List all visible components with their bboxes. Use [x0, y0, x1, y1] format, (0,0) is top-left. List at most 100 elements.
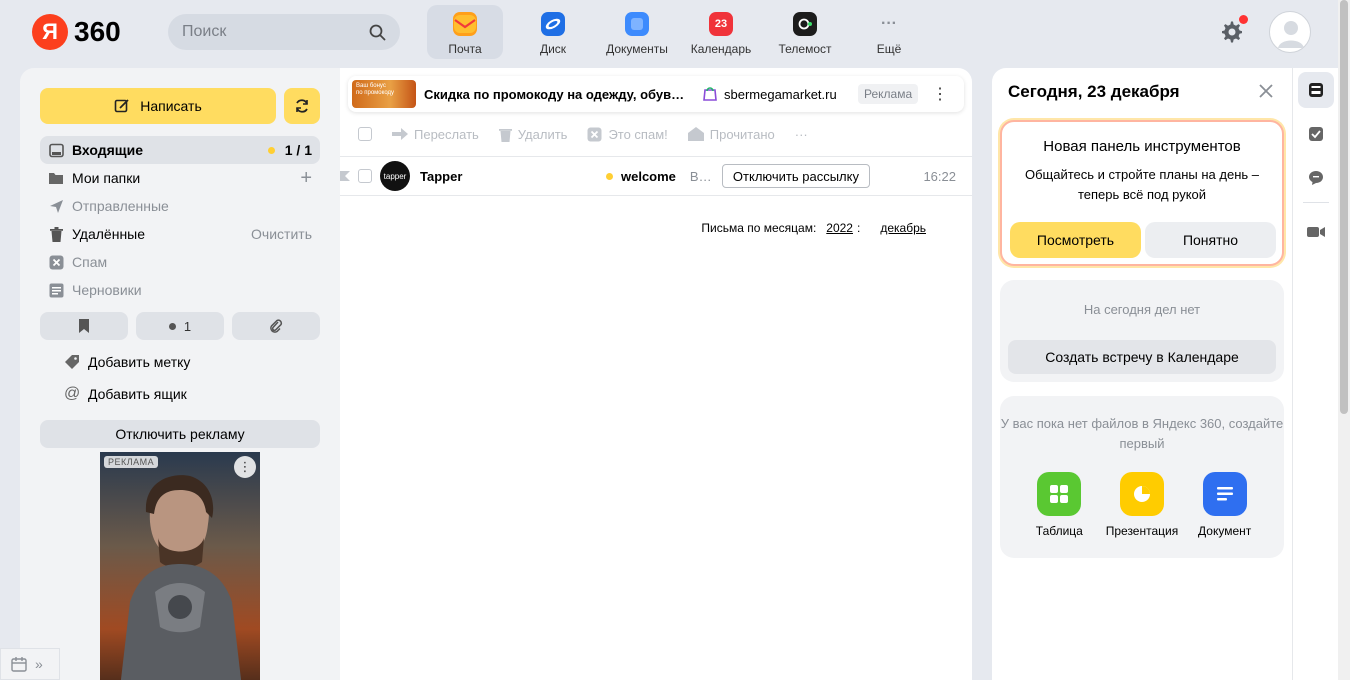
mail-list-pane: Ваш бонус по промокоду Скидка по промоко… — [340, 68, 972, 680]
rail-divider — [1303, 202, 1329, 203]
disk-service-icon — [541, 12, 565, 36]
open-envelope-icon — [687, 127, 704, 141]
filter-unread[interactable]: 1 — [136, 312, 224, 340]
logo-text: 360 — [74, 16, 121, 47]
message-flag-icon[interactable] — [340, 171, 350, 181]
services-nav: Почта Диск Документы 23 Календарь Телемо… — [427, 5, 931, 59]
row-divider — [340, 195, 972, 196]
settings-gear-icon[interactable] — [1220, 20, 1244, 44]
service-telemost[interactable]: Телемост — [763, 5, 847, 59]
folder-my-folders[interactable]: Мои папки + — [40, 164, 320, 192]
folder-label: Удалённые — [72, 226, 146, 242]
disable-ads-button[interactable]: Отключить рекламу — [40, 420, 320, 448]
unsubscribe-button[interactable]: Отключить рассылку — [721, 164, 870, 188]
calendar-card-icon — [1309, 83, 1323, 97]
create-document-button[interactable]: Документ — [1185, 472, 1265, 538]
service-label: Ещё — [876, 42, 902, 56]
month-link[interactable]: декабрь — [880, 221, 926, 235]
new-toolbar-promo: Новая панель инструментов Общайтесь и ст… — [1000, 120, 1284, 266]
folder-trash[interactable]: Удалённые Очистить — [40, 220, 320, 248]
refresh-button[interactable] — [284, 88, 320, 124]
rail-telemost-button[interactable] — [1298, 214, 1334, 250]
folder-label: Входящие — [72, 142, 143, 158]
create-presentation-button[interactable]: Презентация — [1102, 472, 1182, 538]
create-meeting-button[interactable]: Создать встречу в Календаре — [1008, 340, 1276, 374]
sidebar-ad-banner[interactable]: РЕКЛАМА ⋮ — [100, 452, 260, 680]
files-card: У вас пока нет файлов в Яндекс 360, созд… — [1000, 396, 1284, 558]
view-button[interactable]: Посмотреть — [1010, 222, 1141, 258]
add-label-link[interactable]: Добавить метку — [64, 350, 190, 374]
folder-label: Мои папки — [72, 170, 141, 186]
promo-title: Новая панель инструментов — [1043, 138, 1241, 155]
expand-chevrons-icon[interactable]: » — [35, 656, 43, 672]
inbox-icon — [48, 142, 64, 158]
shopping-bag-icon — [703, 87, 717, 101]
months-label: Письма по месяцам: — [701, 221, 817, 235]
folder-label: Черновики — [72, 282, 142, 298]
message-snippet: В… — [689, 168, 710, 184]
file-create-options: Таблица Презентация Документ — [1000, 472, 1284, 538]
year-link[interactable]: 2022 — [826, 221, 853, 235]
clear-trash-button[interactable]: Очистить — [251, 226, 312, 242]
delete-button[interactable]: Удалить — [498, 126, 568, 142]
spam-button[interactable]: Это спам! — [587, 126, 668, 142]
filter-attachments[interactable] — [232, 312, 320, 340]
quick-filters: 1 — [40, 312, 320, 340]
service-label: Почта — [448, 42, 482, 56]
search-input[interactable] — [182, 23, 362, 41]
select-all-checkbox[interactable] — [358, 127, 372, 141]
service-more[interactable]: ··· Ещё — [847, 5, 931, 59]
top-ad-bar[interactable]: Ваш бонус по промокоду Скидка по промоко… — [348, 76, 964, 112]
service-documents[interactable]: Документы — [595, 5, 679, 59]
unread-indicator[interactable] — [606, 172, 613, 180]
service-calendar[interactable]: 23 Календарь — [679, 5, 763, 59]
ad-menu-button[interactable]: ⋮ — [234, 456, 256, 478]
more-actions-button[interactable]: ··· — [795, 127, 808, 142]
todo-empty-text: На сегодня дел нет — [1083, 302, 1201, 317]
mail-row[interactable]: tapper Tapper welcome В… Отключить рассы… — [340, 157, 972, 195]
service-disk[interactable]: Диск — [511, 5, 595, 59]
delete-label: Удалить — [517, 126, 568, 142]
folder-label: Спам — [72, 254, 108, 270]
spam-label: Это спам! — [608, 126, 668, 142]
search-box[interactable] — [168, 14, 400, 50]
rail-calendar-button[interactable] — [1298, 72, 1334, 108]
create-table-button[interactable]: Таблица — [1019, 472, 1099, 538]
todo-card: На сегодня дел нет Создать встречу в Кал… — [1000, 280, 1284, 382]
notification-dot — [1239, 15, 1248, 24]
add-mailbox-link[interactable]: @ Добавить ящик — [64, 382, 187, 406]
got-it-button[interactable]: Понятно — [1145, 222, 1276, 258]
folder-inbox[interactable]: Входящие 1 / 1 — [40, 136, 320, 164]
files-empty-text: У вас пока нет файлов в Яндекс 360, созд… — [1000, 416, 1284, 451]
left-sidebar: Написать Входящие 1 / 1 Мои папки + Отпр… — [20, 68, 340, 680]
ad-bar-menu-icon[interactable]: ⋮ — [932, 84, 948, 104]
service-label: Диск — [539, 42, 567, 56]
mail-toolbar: Переслать Удалить Это спам! Прочитано ··… — [358, 124, 808, 144]
add-folder-button[interactable]: + — [300, 167, 312, 190]
folder-drafts[interactable]: Черновики — [40, 276, 320, 304]
compose-pencil-icon — [114, 99, 129, 113]
message-checkbox[interactable] — [358, 169, 372, 183]
rail-messenger-button[interactable] — [1298, 160, 1334, 196]
folder-sent[interactable]: Отправленные — [40, 192, 320, 220]
bookmark-icon — [79, 319, 89, 333]
user-avatar[interactable] — [1269, 11, 1311, 53]
yandex-360-logo[interactable]: Я 360 — [32, 14, 121, 50]
rail-tasks-button[interactable] — [1298, 116, 1334, 152]
today-panel: Сегодня, 23 декабря Новая панель инструм… — [992, 68, 1292, 680]
today-title: Сегодня, 23 декабря — [1008, 82, 1180, 101]
folder-spam[interactable]: Спам — [40, 248, 320, 276]
right-rail — [1292, 68, 1338, 680]
scrollbar-thumb[interactable] — [1340, 0, 1348, 414]
service-mail[interactable]: Почта — [427, 5, 503, 59]
mark-read-button[interactable]: Прочитано — [687, 127, 775, 142]
search-icon[interactable] — [369, 24, 386, 41]
forward-button[interactable]: Переслать — [392, 127, 479, 142]
filter-important[interactable] — [40, 312, 128, 340]
page-scrollbar[interactable] — [1338, 0, 1350, 680]
close-icon[interactable] — [1258, 83, 1274, 99]
compose-button[interactable]: Написать — [40, 88, 276, 124]
unread-counter: 1 / 1 — [267, 142, 312, 158]
calendar-small-icon[interactable] — [11, 656, 27, 672]
ad-site-text: sbermegamarket.ru — [724, 86, 837, 102]
